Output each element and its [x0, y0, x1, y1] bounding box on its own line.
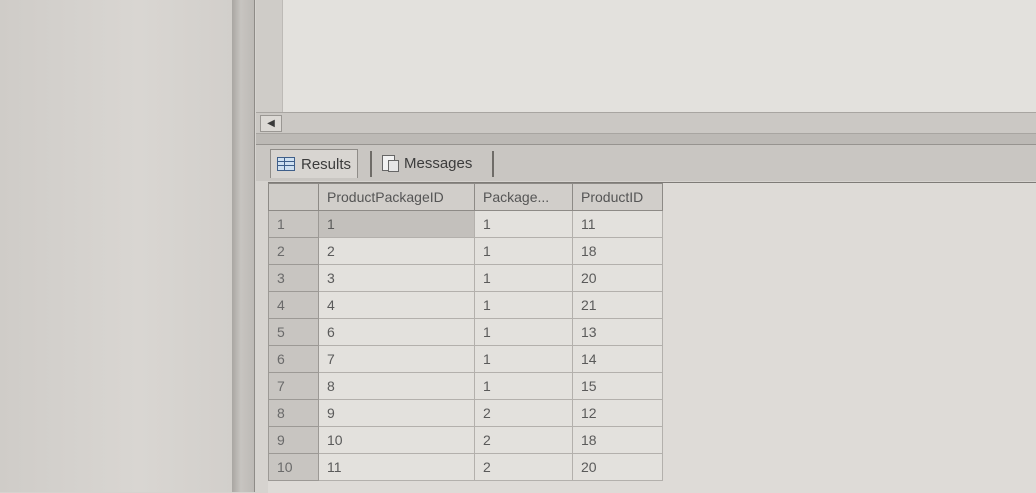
- grid-cell[interactable]: 15: [572, 372, 663, 400]
- row-number[interactable]: 1: [268, 210, 319, 238]
- desktop-background: [0, 0, 232, 492]
- grid-cell[interactable]: 8: [318, 372, 475, 400]
- grid-cell[interactable]: 1: [474, 237, 573, 265]
- arrow-left-icon: ◀: [267, 118, 275, 129]
- table-row[interactable]: 9 10 2 18: [268, 426, 663, 454]
- grid-cell[interactable]: 1: [474, 264, 573, 292]
- result-tabs: Results Messages: [256, 145, 1036, 181]
- grid-cell[interactable]: 20: [572, 453, 663, 481]
- grid-cell[interactable]: 2: [474, 426, 573, 454]
- grid-cell[interactable]: 2: [318, 237, 475, 265]
- table-row[interactable]: 4 4 1 21: [268, 291, 663, 319]
- row-number[interactable]: 5: [268, 318, 319, 346]
- tab-messages-label: Messages: [404, 154, 473, 172]
- window-frame: [232, 0, 255, 492]
- grid-cell[interactable]: 7: [318, 345, 475, 373]
- results-grid: ProductPackageID Package... ProductID 1 …: [268, 183, 663, 481]
- scroll-left-button[interactable]: ◀: [260, 115, 282, 132]
- table-row[interactable]: 8 9 2 12: [268, 399, 663, 427]
- tab-separator: [492, 151, 494, 177]
- grid-cell[interactable]: 4: [318, 291, 475, 319]
- grid-cell[interactable]: 14: [572, 345, 663, 373]
- grid-corner[interactable]: [268, 183, 319, 211]
- row-number[interactable]: 9: [268, 426, 319, 454]
- tab-results[interactable]: Results: [270, 149, 359, 178]
- grid-cell[interactable]: 1: [474, 372, 573, 400]
- messages-icon: [382, 155, 399, 172]
- grid-cell[interactable]: 2: [474, 453, 573, 481]
- editor-gutter: [256, 0, 283, 112]
- grid-header-row: ProductPackageID Package... ProductID: [268, 183, 663, 211]
- results-grid-area: ProductPackageID Package... ProductID 1 …: [268, 182, 1036, 493]
- grid-cell[interactable]: 10: [318, 426, 475, 454]
- grid-cell[interactable]: 12: [572, 399, 663, 427]
- tab-messages[interactable]: Messages: [376, 149, 478, 177]
- grid-cell[interactable]: 11: [572, 210, 663, 238]
- column-header[interactable]: Package...: [474, 183, 573, 211]
- editor-horizontal-scrollbar[interactable]: ◀: [256, 112, 1036, 134]
- grid-cell[interactable]: 20: [572, 264, 663, 292]
- table-row[interactable]: 1 1 1 11: [268, 210, 663, 238]
- grid-cell[interactable]: 21: [572, 291, 663, 319]
- grid-cell[interactable]: 1: [318, 210, 475, 238]
- table-row[interactable]: 5 6 1 13: [268, 318, 663, 346]
- grid-cell[interactable]: 13: [572, 318, 663, 346]
- grid-cell[interactable]: 3: [318, 264, 475, 292]
- grid-cell[interactable]: 9: [318, 399, 475, 427]
- grid-cell[interactable]: 2: [474, 399, 573, 427]
- row-number[interactable]: 10: [268, 453, 319, 481]
- grid-cell[interactable]: 1: [474, 291, 573, 319]
- grid-cell[interactable]: 11: [318, 453, 475, 481]
- query-editor[interactable]: [256, 0, 1036, 112]
- table-row[interactable]: 3 3 1 20: [268, 264, 663, 292]
- column-header[interactable]: ProductPackageID: [318, 183, 475, 211]
- grid-cell[interactable]: 18: [572, 237, 663, 265]
- row-number[interactable]: 4: [268, 291, 319, 319]
- grid-cell[interactable]: 18: [572, 426, 663, 454]
- grid-cell[interactable]: 6: [318, 318, 475, 346]
- table-row[interactable]: 2 2 1 18: [268, 237, 663, 265]
- table-row[interactable]: 6 7 1 14: [268, 345, 663, 373]
- table-row[interactable]: 10 11 2 20: [268, 453, 663, 481]
- table-row[interactable]: 7 8 1 15: [268, 372, 663, 400]
- grid-cell[interactable]: 1: [474, 345, 573, 373]
- row-number[interactable]: 8: [268, 399, 319, 427]
- grid-icon: [277, 157, 295, 171]
- tab-separator: [370, 151, 372, 177]
- pane-splitter[interactable]: [256, 134, 1036, 145]
- row-number[interactable]: 2: [268, 237, 319, 265]
- tab-results-label: Results: [301, 155, 352, 173]
- row-number[interactable]: 7: [268, 372, 319, 400]
- grid-cell[interactable]: 1: [474, 318, 573, 346]
- grid-cell[interactable]: 1: [474, 210, 573, 238]
- column-header[interactable]: ProductID: [572, 183, 663, 211]
- row-number[interactable]: 6: [268, 345, 319, 373]
- row-number[interactable]: 3: [268, 264, 319, 292]
